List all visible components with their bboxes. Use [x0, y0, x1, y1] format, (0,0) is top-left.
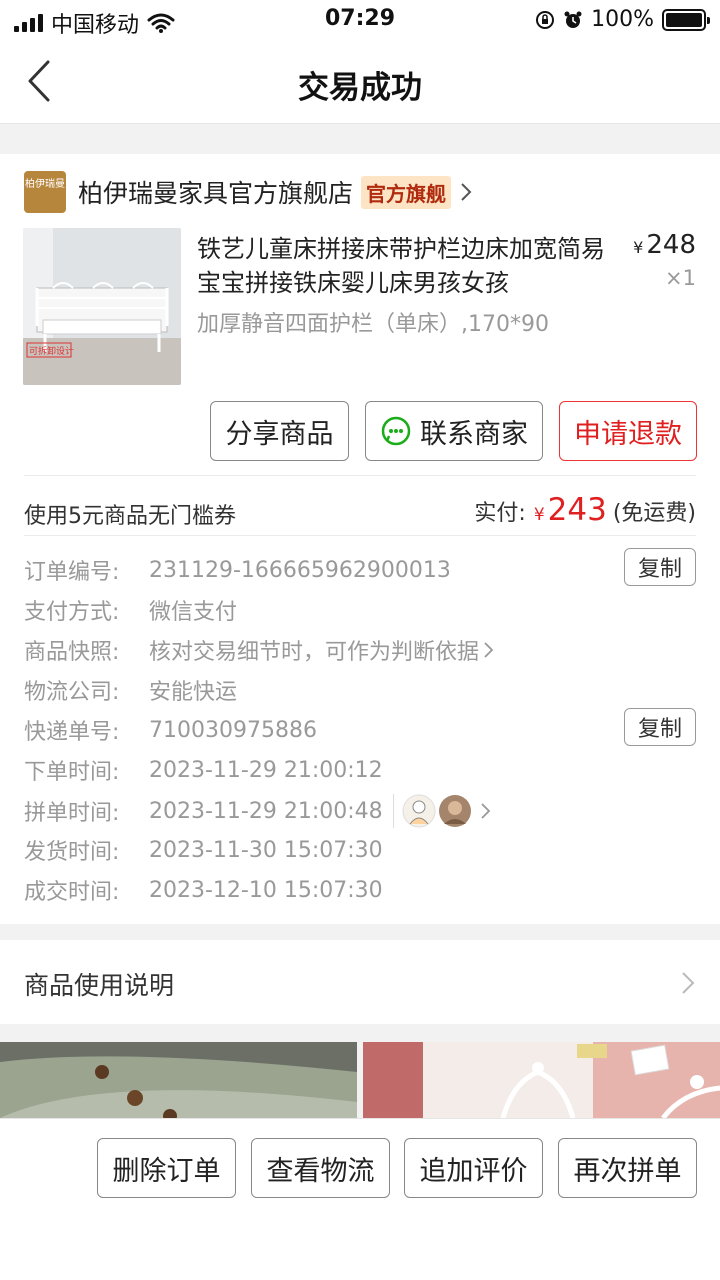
- usage-label: 商品使用说明: [24, 971, 175, 1000]
- copy-label: 复制: [637, 717, 682, 742]
- image-caption: 可拆卸设计: [29, 347, 75, 357]
- request-refund-label: 申请退款: [574, 418, 682, 450]
- divider: [24, 475, 696, 476]
- price-value: 248: [646, 230, 696, 260]
- recommended-product-image[interactable]: [0, 1042, 357, 1118]
- order-number-label: 订单编号:: [24, 560, 120, 585]
- payment-method-row: 支付方式: 微信支付: [24, 594, 237, 626]
- product-spec: 加厚静音四面护栏（单床）,170*90: [197, 312, 549, 337]
- flagship-badge: 官方旗舰: [361, 175, 452, 209]
- tracking-number-label: 快递单号:: [24, 720, 120, 745]
- chevron-right-icon: [682, 972, 695, 994]
- order-card: 柏伊瑞曼 柏伊瑞曼家具官方旗舰店 官方旗舰 可拆卸设计 铁艺儿童床拼接床带护栏边…: [0, 154, 720, 924]
- request-refund-button[interactable]: 申请退款: [559, 401, 697, 461]
- product-price: ¥248: [633, 230, 696, 260]
- contact-seller-label: 联系商家: [420, 418, 528, 450]
- avatar: [402, 794, 436, 828]
- recommendations-strip: [0, 1042, 720, 1118]
- avatar: [438, 795, 471, 827]
- coupon-text: 使用5元商品无门槛券: [24, 504, 236, 529]
- share-product-label: 分享商品: [225, 418, 334, 450]
- product-image[interactable]: 可拆卸设计: [23, 228, 181, 385]
- bed-illustration: [23, 228, 181, 385]
- wechat-chat-icon: [381, 416, 411, 446]
- group-time-row[interactable]: 拼单时间: 2023-11-29 21:00:48: [24, 794, 492, 828]
- snapshot-label: 商品快照:: [24, 640, 120, 665]
- copy-tracking-number-button[interactable]: 复制: [624, 708, 696, 746]
- shipped-time-value: 2023-11-30 15:07:30: [149, 837, 383, 863]
- delete-order-label: 删除订单: [112, 1155, 221, 1187]
- store-name[interactable]: 柏伊瑞曼家具官方旗舰店: [78, 174, 353, 210]
- payment-method-label: 支付方式:: [24, 600, 120, 625]
- chevron-right-icon: [484, 642, 494, 658]
- logistics-company-label: 物流公司:: [24, 680, 120, 705]
- logistics-company-value: 安能快运: [149, 680, 238, 705]
- bottom-action-bar: 删除订单 查看物流 追加评价 再次拼单: [0, 1118, 720, 1280]
- group-time-label: 拼单时间:: [24, 801, 120, 826]
- orientation-lock-icon: [536, 10, 555, 29]
- payment-method-value: 微信支付: [149, 600, 238, 625]
- kids-room-illustration: [363, 1042, 720, 1118]
- contact-seller-button[interactable]: 联系商家: [365, 401, 543, 461]
- tracking-number-row: 快递单号: 710030975886: [24, 714, 317, 746]
- view-logistics-button[interactable]: 查看物流: [251, 1138, 390, 1198]
- recommended-product-image[interactable]: [363, 1042, 720, 1118]
- chevron-right-icon: [481, 803, 490, 819]
- regroup-button[interactable]: 再次拼单: [558, 1138, 697, 1198]
- order-number-value: 231129-166665962900013: [149, 557, 451, 583]
- product-usage-row[interactable]: 商品使用说明: [0, 940, 720, 1024]
- order-time-label: 下单时间:: [24, 760, 120, 785]
- battery-fill: [666, 12, 702, 27]
- regroup-label: 再次拼单: [573, 1155, 682, 1187]
- nav-bar: 交易成功: [0, 40, 720, 124]
- tracking-number-value: 710030975886: [149, 717, 317, 743]
- completed-time-label: 成交时间:: [24, 880, 120, 905]
- add-review-label: 追加评价: [419, 1155, 528, 1187]
- status-bar: 中国移动 07:29 100%: [0, 0, 720, 40]
- shipped-time-label: 发货时间:: [24, 840, 120, 865]
- chevron-right-icon: [461, 183, 472, 201]
- add-review-button[interactable]: 追加评价: [404, 1138, 543, 1198]
- delete-order-button[interactable]: 删除订单: [97, 1138, 236, 1198]
- order-time-value: 2023-11-29 21:00:12: [149, 757, 383, 783]
- paid-value: 243: [547, 492, 607, 528]
- snapshot-value[interactable]: 核对交易细节时，可作为判断依据: [149, 634, 479, 666]
- copy-order-number-button[interactable]: 复制: [624, 548, 696, 586]
- group-time-value: 2023-11-29 21:00:48: [149, 798, 383, 824]
- snapshot-row[interactable]: 商品快照: 核对交易细节时，可作为判断依据: [24, 634, 495, 666]
- store-header[interactable]: 柏伊瑞曼 柏伊瑞曼家具官方旗舰店 官方旗舰: [24, 171, 473, 213]
- shipped-time-row: 发货时间: 2023-11-30 15:07:30: [24, 834, 383, 866]
- page-title: 交易成功: [298, 70, 422, 106]
- copy-label: 复制: [637, 557, 682, 582]
- paid-label: 实付:: [474, 501, 526, 526]
- store-logo: 柏伊瑞曼: [24, 171, 66, 213]
- order-time-row: 下单时间: 2023-11-29 21:00:12: [24, 754, 383, 786]
- product-quantity: ×1: [665, 266, 696, 290]
- paid-amount: 实付: ¥ 243 (免运费): [474, 492, 696, 528]
- logistics-company-row: 物流公司: 安能快运: [24, 674, 237, 706]
- battery-percent: 100%: [591, 7, 654, 32]
- completed-time-value: 2023-12-10 15:07:30: [149, 877, 383, 903]
- completed-time-row: 成交时间: 2023-12-10 15:07:30: [24, 874, 383, 906]
- currency-symbol: ¥: [533, 505, 545, 525]
- group-members[interactable]: [392, 794, 492, 828]
- view-logistics-label: 查看物流: [266, 1155, 375, 1187]
- currency-symbol: ¥: [633, 238, 644, 257]
- share-product-button[interactable]: 分享商品: [210, 401, 349, 461]
- order-number-row: 订单编号: 231129-166665962900013: [24, 554, 451, 586]
- fabric-illustration: [0, 1042, 357, 1118]
- product-title[interactable]: 铁艺儿童床拼接床带护栏边床加宽简易宝宝拼接铁床婴儿床男孩女孩: [197, 232, 607, 300]
- battery-icon: [662, 8, 710, 31]
- section-gap: [0, 124, 720, 154]
- alarm-icon: [564, 11, 582, 28]
- shipping-note: (免运费): [612, 501, 696, 526]
- divider: [24, 535, 696, 536]
